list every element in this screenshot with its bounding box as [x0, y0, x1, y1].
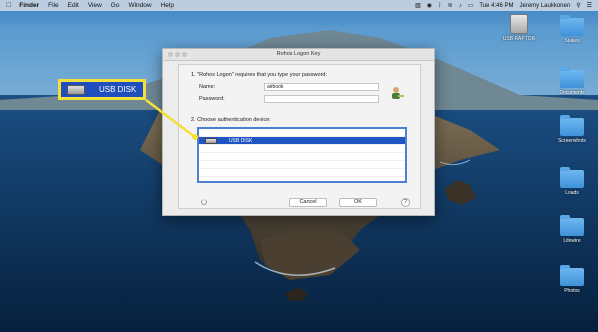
desktop-folder-documents[interactable]: Documents: [550, 67, 594, 96]
search-icon[interactable]: ⚲: [576, 2, 580, 9]
desktop-drive-usb-raptor[interactable]: USB RAPTOR: [497, 14, 541, 42]
list-item[interactable]: [199, 145, 405, 153]
password-field[interactable]: [264, 95, 379, 103]
dialog-titlebar: Rohos Logon Key: [163, 49, 434, 61]
menu-go[interactable]: Go: [111, 2, 120, 9]
desktop-icon-label: USB RAPTOR: [502, 36, 536, 42]
usb-disk-icon: [67, 84, 85, 95]
device-item-usb-disk[interactable]: USB DISK: [199, 137, 405, 145]
drive-icon: [510, 14, 528, 34]
device-label: USB DISK: [229, 137, 253, 144]
menu-help[interactable]: Help: [161, 2, 174, 9]
menu-edit[interactable]: Edit: [68, 2, 79, 9]
battery-icon[interactable]: ▭: [468, 2, 474, 9]
callout-label: USB DISK: [99, 85, 137, 94]
menu-view[interactable]: View: [88, 2, 102, 9]
user-name[interactable]: Jeremy Laukkonen: [520, 3, 571, 9]
control-center-icon[interactable]: ☰: [587, 2, 592, 9]
menu-window[interactable]: Window: [128, 2, 151, 9]
usb-status-icon[interactable]: ▧: [415, 2, 421, 9]
desktop-folder-loads[interactable]: Loads: [550, 167, 594, 196]
desktop-folder-screenshots[interactable]: Screenshots: [550, 115, 594, 144]
menu-finder[interactable]: Finder: [19, 2, 39, 9]
progress-spinner-icon: [201, 199, 207, 205]
step1-instruction: 1. "Rohos Logon" requires that you type …: [191, 72, 327, 78]
desktop-folder-stakes[interactable]: Stakes: [550, 15, 594, 44]
help-button[interactable]: ?: [401, 198, 410, 207]
apple-menu-icon[interactable]: : [6, 2, 11, 9]
dialog-content: 1. "Rohos Logon" requires that you type …: [178, 64, 421, 209]
desktop-icon-label: Stakes: [564, 38, 580, 44]
folder-icon: [560, 167, 584, 188]
password-label: Password:: [199, 96, 225, 102]
menu-bar:  Finder File Edit View Go Window Help ▧…: [0, 0, 598, 11]
cancel-button[interactable]: Cancel: [289, 198, 327, 207]
usb-disk-callout: USB DISK: [58, 79, 146, 100]
desktop-icon-label: Documents: [559, 90, 585, 96]
desktop-icon-label: Screenshots: [558, 138, 586, 144]
user-key-icon: [392, 87, 404, 99]
folder-icon: [560, 115, 584, 136]
step2-instruction: 2. Choose authentication device:: [191, 117, 271, 123]
shield-icon[interactable]: ◉: [427, 2, 432, 9]
name-field[interactable]: airbook: [264, 83, 379, 91]
list-item[interactable]: [199, 161, 405, 169]
authentication-device-list[interactable]: USB DISK: [197, 127, 407, 183]
desktop-icon-label: Loads: [565, 190, 579, 196]
list-item[interactable]: [199, 169, 405, 177]
list-item[interactable]: [199, 129, 405, 137]
ok-button[interactable]: OK: [339, 198, 377, 207]
usb-disk-icon: [205, 137, 217, 144]
desktop-folder-photos[interactable]: Photos: [550, 265, 594, 294]
menu-file[interactable]: File: [48, 2, 58, 9]
wifi-icon[interactable]: ≋: [448, 2, 453, 9]
dialog-title: Rohos Logon Key: [276, 51, 321, 57]
desktop-icon-label: Lifewire: [563, 238, 581, 244]
folder-icon: [560, 215, 584, 236]
clock-time[interactable]: Tue 4:46 PM: [479, 3, 513, 9]
list-item[interactable]: [199, 153, 405, 161]
folder-icon: [560, 265, 584, 286]
desktop-folder-lifewire[interactable]: Lifewire: [550, 215, 594, 244]
bluetooth-icon[interactable]: ᛛ: [438, 3, 442, 9]
desktop-icon-label: Photos: [564, 288, 580, 294]
folder-icon: [560, 67, 584, 88]
name-label: Name:: [199, 84, 216, 90]
volume-icon[interactable]: ♪: [459, 3, 462, 9]
folder-icon: [560, 15, 584, 36]
rohos-logon-key-dialog: Rohos Logon Key 1. "Rohos Logon" require…: [162, 48, 435, 216]
